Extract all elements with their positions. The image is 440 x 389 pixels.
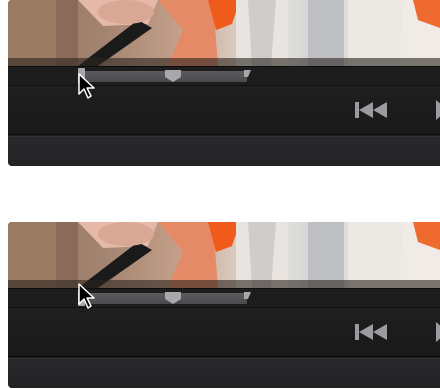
bottom-toolbar bbox=[8, 136, 440, 166]
playhead-handle[interactable] bbox=[164, 69, 182, 83]
playhead-handle[interactable] bbox=[164, 291, 182, 305]
play-button[interactable] bbox=[432, 98, 440, 122]
video-editor-panel-bottom bbox=[8, 222, 440, 388]
video-preview bbox=[8, 222, 440, 288]
video-frame-image bbox=[8, 0, 440, 66]
playback-controls bbox=[8, 308, 440, 357]
trim-end-handle[interactable] bbox=[244, 291, 252, 305]
trim-start-handle[interactable] bbox=[78, 68, 85, 84]
rewind-to-start-button[interactable] bbox=[353, 322, 393, 342]
video-frame-image bbox=[8, 222, 440, 288]
video-editor-panel-top bbox=[8, 0, 440, 166]
skip-to-start-icon bbox=[355, 102, 387, 118]
play-icon bbox=[436, 100, 440, 120]
timeline-scrubber[interactable] bbox=[8, 66, 440, 86]
playback-controls bbox=[8, 86, 440, 135]
skip-to-start-icon bbox=[355, 324, 387, 340]
video-preview bbox=[8, 0, 440, 66]
trim-end-handle[interactable] bbox=[244, 69, 252, 83]
rewind-to-start-button[interactable] bbox=[353, 100, 393, 120]
bottom-toolbar bbox=[8, 358, 440, 388]
play-button[interactable] bbox=[432, 320, 440, 344]
timeline-scrubber[interactable] bbox=[8, 288, 440, 308]
trim-start-handle[interactable] bbox=[78, 290, 85, 306]
play-icon bbox=[436, 322, 440, 342]
